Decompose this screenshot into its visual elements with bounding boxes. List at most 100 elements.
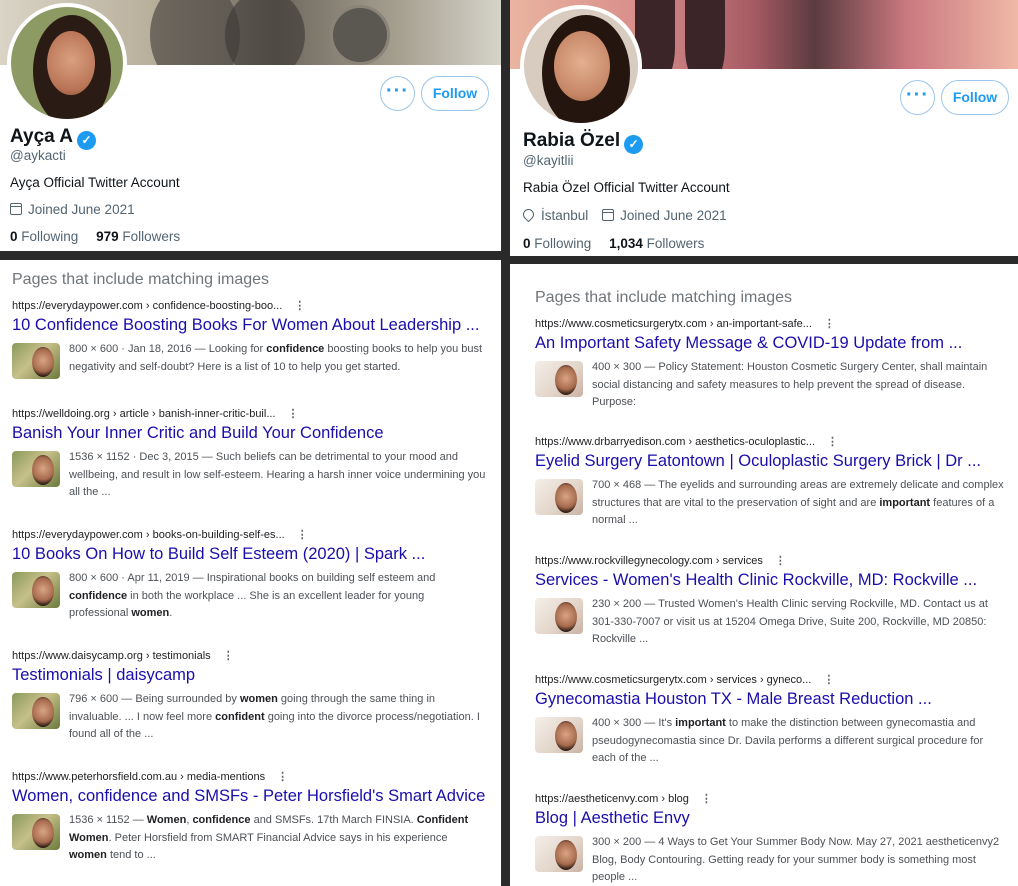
search-result: https://www.daisycamp.org › testimonials… bbox=[12, 649, 480, 744]
verified-badge-icon: ✓ bbox=[77, 131, 97, 150]
follow-button[interactable]: Follow bbox=[421, 76, 489, 111]
snippet-line: 400 × 300 — It's important to make the d… bbox=[592, 717, 976, 729]
result-url[interactable]: https://aestheticenvy.com › blog ⋮ bbox=[535, 792, 999, 805]
result-url-text: https://everydaypower.com › confidence-b… bbox=[12, 300, 283, 312]
result-snippet: 796 × 600 — Being surrounded by women go… bbox=[69, 691, 480, 744]
result-title-link[interactable]: Testimonials | daisycamp bbox=[12, 666, 480, 685]
search-result: https://www.drbarryedison.com › aestheti… bbox=[535, 435, 1004, 530]
kebab-menu-icon[interactable]: ⋮ bbox=[223, 650, 234, 662]
result-url-text: https://everydaypower.com › books-on-bui… bbox=[12, 529, 285, 541]
kebab-menu-icon[interactable]: ⋮ bbox=[824, 318, 835, 330]
more-options-button[interactable]: ··· bbox=[380, 76, 415, 111]
snippet-line: invaluable. ... I now feel more confiden… bbox=[69, 710, 480, 723]
avatar[interactable] bbox=[7, 3, 127, 123]
search-result: https://www.cosmeticsurgerytx.com › an-i… bbox=[535, 317, 987, 412]
kebab-menu-icon[interactable]: ⋮ bbox=[827, 436, 838, 448]
snippet-line: 800 × 600 · Jan 18, 2016 — Looking for c… bbox=[69, 343, 483, 355]
snippet-line: negativity and self-doubt? Here is a lis… bbox=[69, 360, 401, 373]
snippet-line: social distancing and safety measures to… bbox=[592, 378, 966, 391]
result-url[interactable]: https://welldoing.org › article › banish… bbox=[12, 407, 485, 420]
result-url[interactable]: https://everydaypower.com › books-on-bui… bbox=[12, 528, 435, 541]
result-url-text: https://www.drbarryedison.com › aestheti… bbox=[535, 436, 816, 448]
snippet-line: people ... bbox=[592, 871, 638, 883]
profile-joined: Joined June 2021 bbox=[10, 202, 135, 217]
result-thumbnail[interactable] bbox=[12, 343, 60, 379]
kebab-menu-icon[interactable]: ⋮ bbox=[288, 408, 299, 420]
profile-handle: @kayitlii bbox=[523, 153, 574, 168]
result-url[interactable]: https://www.drbarryedison.com › aestheti… bbox=[535, 435, 1004, 448]
result-title-link[interactable]: 10 Confidence Boosting Books For Women A… bbox=[12, 316, 482, 335]
followers-label: Followers bbox=[122, 229, 181, 244]
horizontal-divider-left bbox=[0, 251, 501, 260]
result-snippet: 800 × 600 · Jan 18, 2016 — Looking for c… bbox=[69, 341, 482, 379]
followers-link[interactable]: 1,034 Followers bbox=[609, 236, 704, 251]
result-snippet: 300 × 200 — 4 Ways to Get Your Summer Bo… bbox=[592, 834, 999, 886]
snippet-line: 230 × 200 — Trusted Women's Health Clini… bbox=[592, 598, 988, 610]
profile-bio: Rabia Özel Official Twitter Account bbox=[523, 180, 730, 195]
section-title: Pages that include matching images bbox=[535, 289, 793, 306]
snippet-line: Purpose: bbox=[592, 396, 637, 408]
following-label: Following bbox=[21, 229, 79, 244]
result-title-link[interactable]: Banish Your Inner Critic and Build Your … bbox=[12, 424, 485, 443]
result-thumbnail[interactable] bbox=[12, 572, 60, 608]
snippet-line: professional women. bbox=[69, 607, 173, 619]
kebab-menu-icon[interactable]: ⋮ bbox=[277, 771, 288, 783]
kebab-menu-icon[interactable]: ⋮ bbox=[701, 793, 712, 805]
profile-name-row: Rabia Özel ✓ bbox=[523, 130, 644, 154]
snippet-line: all the ... bbox=[69, 486, 111, 498]
snippet-line: 301-330-7007 or visit us at 15204 Omega … bbox=[592, 615, 987, 628]
profile-handle: @aykacti bbox=[10, 148, 66, 163]
location-icon bbox=[520, 206, 537, 223]
verified-badge-icon: ✓ bbox=[624, 135, 644, 154]
result-url[interactable]: https://www.rockvillegynecology.com › se… bbox=[535, 554, 988, 567]
following-link[interactable]: 0 Following bbox=[523, 236, 591, 251]
search-result: https://everydaypower.com › confidence-b… bbox=[12, 299, 482, 379]
search-result: https://welldoing.org › article › banish… bbox=[12, 407, 485, 502]
result-url[interactable]: https://www.daisycamp.org › testimonials… bbox=[12, 649, 480, 662]
profile-card-left: ··· Follow Ayça A ✓ @aykacti Ayça Officia… bbox=[0, 0, 501, 251]
result-title-link[interactable]: Services - Women's Health Clinic Rockvil… bbox=[535, 571, 988, 590]
result-url[interactable]: https://www.cosmeticsurgerytx.com › an-i… bbox=[535, 317, 987, 330]
snippet-line: Rockville ... bbox=[592, 633, 649, 645]
result-snippet: 700 × 468 — The eyelids and surrounding … bbox=[592, 477, 1004, 530]
kebab-menu-icon[interactable]: ⋮ bbox=[294, 300, 305, 312]
result-thumbnail[interactable] bbox=[12, 814, 60, 850]
result-title-link[interactable]: Women, confidence and SMSFs - Peter Hors… bbox=[12, 787, 485, 806]
snippet-line: 300 × 200 — 4 Ways to Get Your Summer Bo… bbox=[592, 836, 1000, 848]
kebab-menu-icon[interactable]: ⋮ bbox=[823, 674, 834, 686]
result-thumbnail[interactable] bbox=[12, 693, 60, 729]
result-url[interactable]: https://www.cosmeticsurgerytx.com › serv… bbox=[535, 673, 983, 686]
profile-card-right: ··· Follow Rabia Özel ✓ @kayitlii Rabia Ö… bbox=[510, 0, 1018, 256]
result-title-link[interactable]: Blog | Aesthetic Envy bbox=[535, 809, 999, 828]
following-count: 0 bbox=[10, 229, 18, 244]
result-title-link[interactable]: An Important Safety Message & COVID-19 U… bbox=[535, 334, 987, 353]
result-thumbnail[interactable] bbox=[535, 598, 583, 634]
result-thumbnail[interactable] bbox=[535, 361, 583, 397]
following-link[interactable]: 0 Following bbox=[10, 229, 78, 244]
profile-stats: 0 Following 1,034 Followers bbox=[523, 236, 704, 251]
result-title-link[interactable]: 10 Books On How to Build Self Esteem (20… bbox=[12, 545, 435, 564]
followers-link[interactable]: 979 Followers bbox=[96, 229, 180, 244]
snippet-line: 796 × 600 — Being surrounded by women go… bbox=[69, 693, 436, 705]
snippet-line: 400 × 300 — Policy Statement: Houston Co… bbox=[592, 361, 988, 373]
snippet-line: normal ... bbox=[592, 514, 638, 526]
more-options-button[interactable]: ··· bbox=[900, 80, 935, 115]
result-thumbnail[interactable] bbox=[12, 451, 60, 487]
result-title-link[interactable]: Eyelid Surgery Eatontown | Oculoplastic … bbox=[535, 452, 1004, 471]
follow-button[interactable]: Follow bbox=[941, 80, 1009, 115]
result-thumbnail[interactable] bbox=[535, 479, 583, 515]
result-thumbnail[interactable] bbox=[535, 836, 583, 872]
profile-stats: 0 Following 979 Followers bbox=[10, 229, 180, 244]
result-url[interactable]: https://www.peterhorsfield.com.au › medi… bbox=[12, 770, 485, 783]
kebab-menu-icon[interactable]: ⋮ bbox=[775, 555, 786, 567]
calendar-icon bbox=[602, 209, 615, 221]
result-snippet: 1536 × 1152 — Women, confidence and SMSF… bbox=[69, 812, 468, 865]
joined-label: Joined June 2021 bbox=[28, 202, 135, 217]
result-title-link[interactable]: Gynecomastia Houston TX - Male Breast Re… bbox=[535, 690, 983, 709]
followers-count: 979 bbox=[96, 229, 119, 244]
kebab-menu-icon[interactable]: ⋮ bbox=[297, 529, 308, 541]
result-url-text: https://aestheticenvy.com › blog bbox=[535, 793, 689, 805]
result-url[interactable]: https://everydaypower.com › confidence-b… bbox=[12, 299, 482, 312]
result-thumbnail[interactable] bbox=[535, 717, 583, 753]
avatar[interactable] bbox=[520, 5, 642, 127]
